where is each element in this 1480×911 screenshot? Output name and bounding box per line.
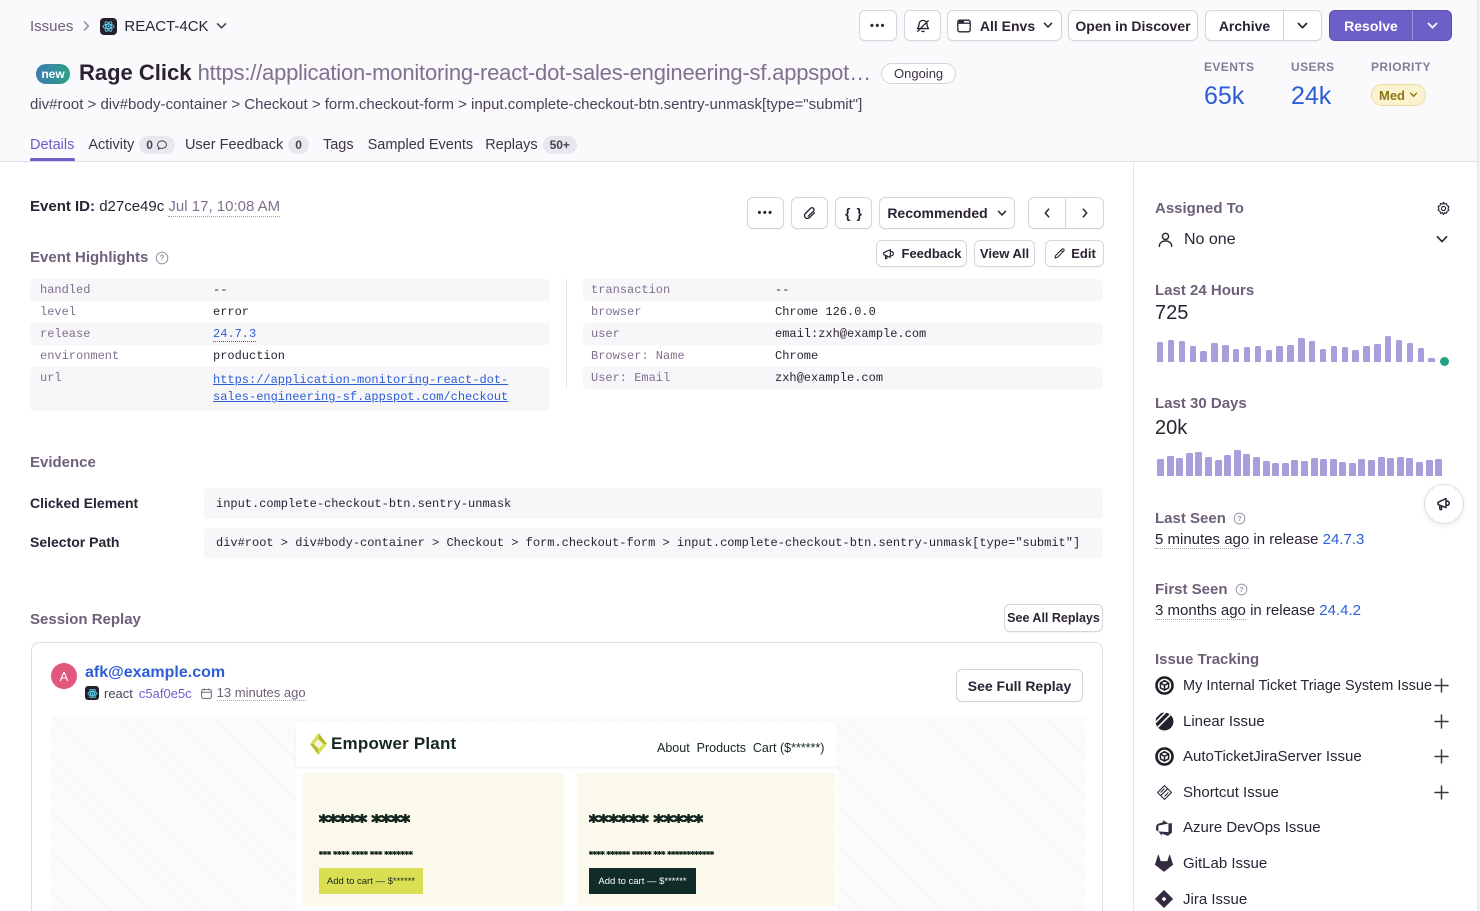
svg-text:?: ?	[1239, 585, 1244, 594]
svg-text:?: ?	[1237, 514, 1242, 523]
svg-text:?: ?	[160, 253, 165, 262]
